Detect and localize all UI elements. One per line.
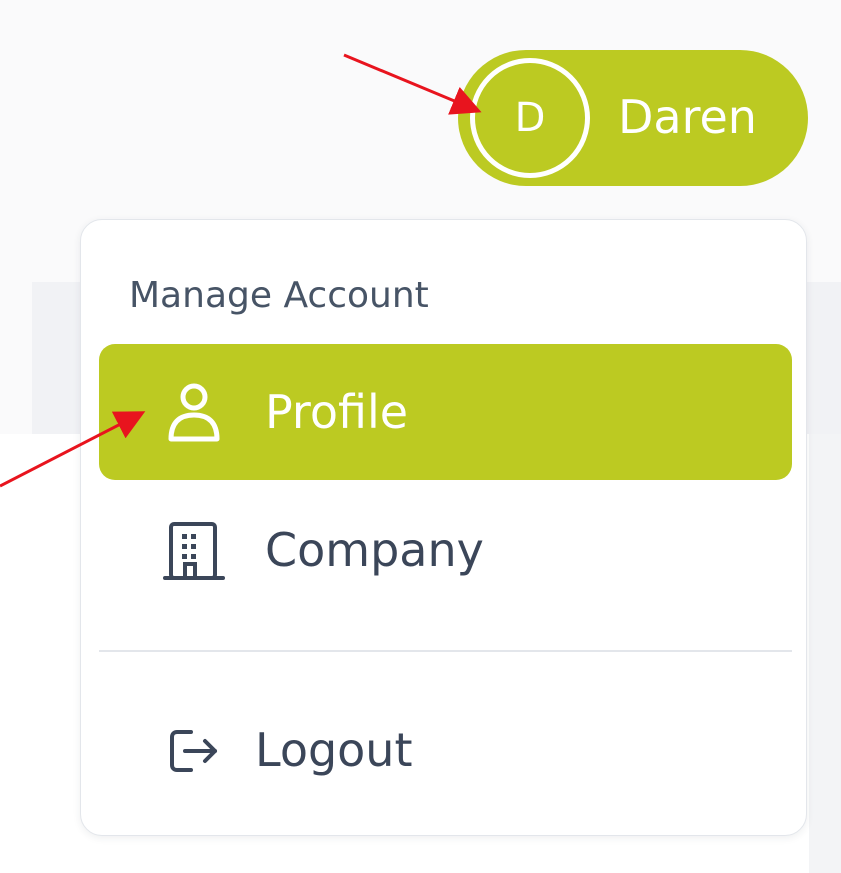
user-menu-button[interactable]: D Daren: [458, 50, 808, 186]
menu-item-logout[interactable]: Logout: [99, 682, 792, 818]
logout-icon: [163, 720, 225, 782]
building-icon: [163, 520, 225, 582]
scroll-gutter: [809, 434, 841, 873]
menu-item-label: Company: [265, 523, 484, 577]
menu-item-profile[interactable]: Profile: [99, 344, 792, 480]
menu-item-label: Logout: [255, 723, 413, 777]
menu-divider: [99, 650, 792, 652]
menu-item-company[interactable]: Company: [99, 482, 792, 618]
avatar-initial: D: [514, 95, 546, 141]
user-name: Daren: [618, 90, 757, 144]
account-dropdown: Manage Account Profile Company Logout: [80, 219, 807, 836]
menu-item-label: Profile: [265, 385, 409, 439]
avatar: D: [470, 58, 590, 178]
user-icon: [163, 382, 225, 444]
dropdown-heading: Manage Account: [129, 275, 429, 316]
